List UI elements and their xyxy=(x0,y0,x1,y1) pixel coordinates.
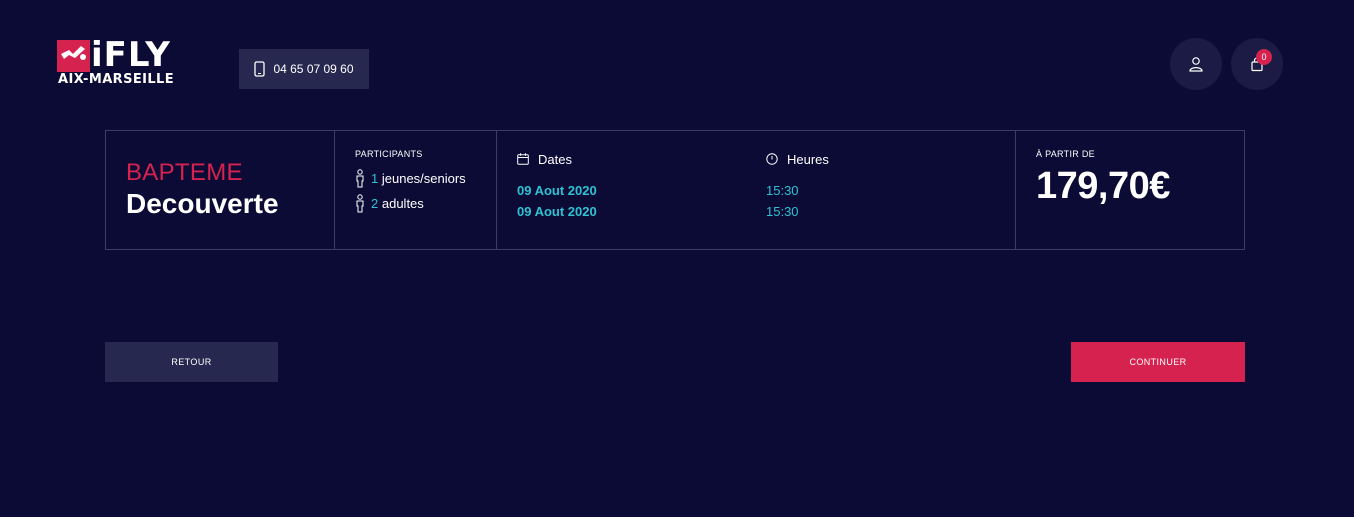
price-value: 179,70€ xyxy=(1036,165,1170,207)
product-name: Decouverte xyxy=(126,188,279,219)
participants-list: 1 jeunes/seniors 2 adultes xyxy=(355,169,496,213)
hours-header: Heures xyxy=(766,151,829,167)
dates-header: Dates xyxy=(517,151,597,167)
date-value: 09 Aout 2020 xyxy=(517,204,597,219)
participants-label: PARTICIPANTS xyxy=(355,149,423,159)
booking-summary-card: BAPTEME Decouverte PARTICIPANTS 1 jeunes… xyxy=(105,130,1245,250)
phone-number: 04 65 07 09 60 xyxy=(273,62,354,76)
person-icon xyxy=(356,194,364,213)
logo-location: AIX-MARSEILLE xyxy=(58,72,174,87)
calendar-icon xyxy=(517,153,529,165)
hour-value: 15:30 xyxy=(766,183,799,198)
mobile-phone-icon xyxy=(254,61,266,77)
skydiver-logo-icon xyxy=(57,40,90,72)
dates-label: Dates xyxy=(538,151,572,167)
product-cell: BAPTEME Decouverte xyxy=(106,131,335,249)
product-category: BAPTEME xyxy=(126,159,243,186)
continue-button[interactable]: CONTINUER xyxy=(1071,342,1245,382)
participant-count: 1 xyxy=(371,171,379,186)
cart-count-badge: 0 xyxy=(1256,49,1272,65)
phone-button[interactable]: 04 65 07 09 60 xyxy=(239,49,369,89)
dates-column: Dates 09 Aout 2020 09 Aout 2020 xyxy=(517,151,597,222)
hours-values: 15:30 15:30 xyxy=(766,180,829,222)
date-value: 09 Aout 2020 xyxy=(517,183,597,198)
schedule-cell: Dates 09 Aout 2020 09 Aout 2020 Heures 1… xyxy=(497,131,1016,249)
participant-type: jeunes/seniors xyxy=(381,171,466,186)
hours-label: Heures xyxy=(787,151,829,167)
clock-icon xyxy=(766,153,778,165)
participant-type: adultes xyxy=(381,196,424,211)
hour-value: 15:30 xyxy=(766,204,799,219)
participants-cell: PARTICIPANTS 1 jeunes/seniors 2 adultes xyxy=(335,131,497,249)
back-button[interactable]: RETOUR xyxy=(105,342,278,382)
user-icon xyxy=(1189,57,1203,72)
participant-row: 2 adultes xyxy=(355,194,496,213)
price-cell: À PARTIR DE 179,70€ xyxy=(1016,131,1244,249)
ifly-logo[interactable]: iFLY AIX-MARSEILLE xyxy=(57,35,202,90)
price-label: À PARTIR DE xyxy=(1036,149,1095,159)
cart-button[interactable]: 0 xyxy=(1231,38,1283,90)
hours-column: Heures 15:30 15:30 xyxy=(766,151,829,222)
logo-wordmark: iFLY xyxy=(91,35,171,75)
account-button[interactable] xyxy=(1170,38,1222,90)
participant-row: 1 jeunes/seniors xyxy=(355,169,496,188)
person-icon xyxy=(356,169,364,188)
dates-values: 09 Aout 2020 09 Aout 2020 xyxy=(517,180,597,222)
booking-summary-page: iFLY AIX-MARSEILLE 04 65 07 09 60 0 BAPT… xyxy=(0,0,1354,517)
participant-count: 2 xyxy=(371,196,379,211)
